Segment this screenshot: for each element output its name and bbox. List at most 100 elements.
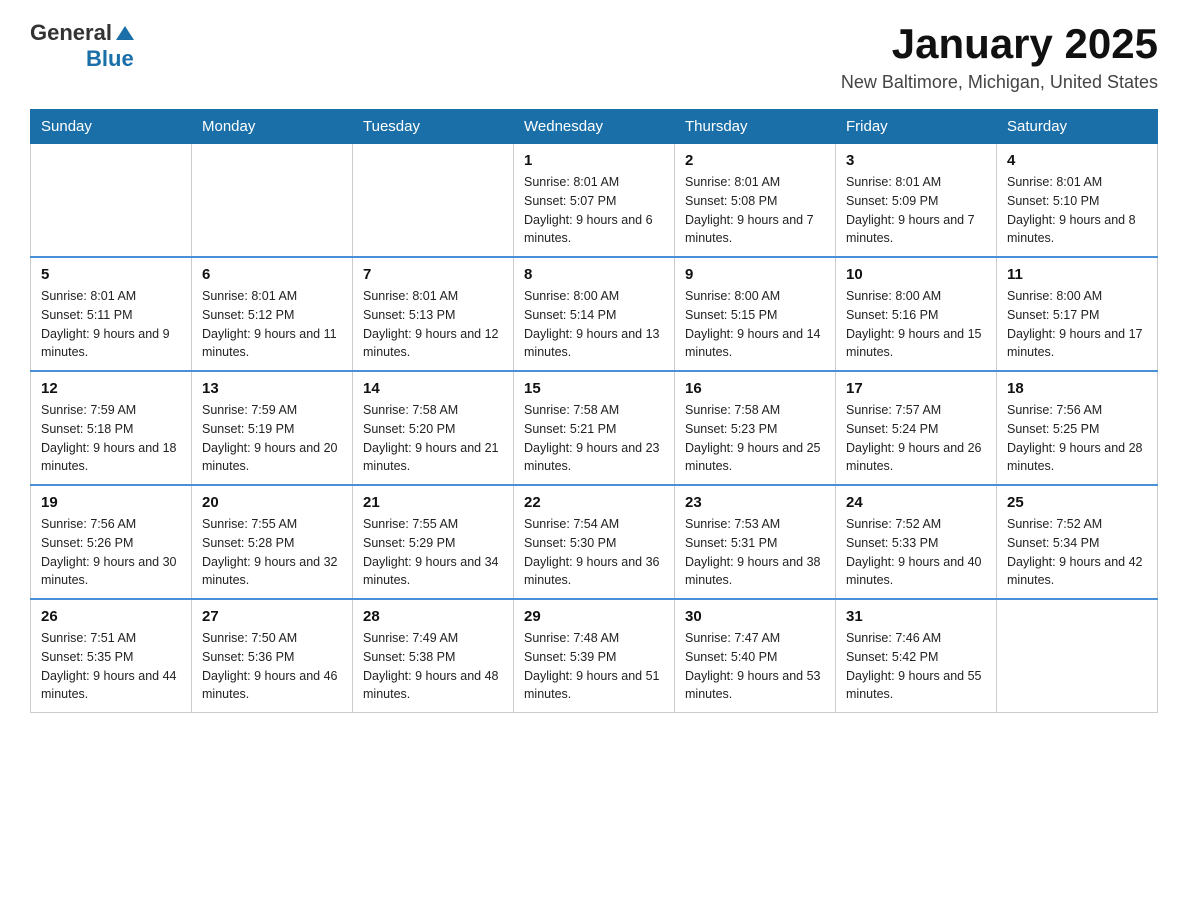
calendar-week-row: 12 Sunrise: 7:59 AM Sunset: 5:18 PM Dayli…: [31, 371, 1158, 485]
header-friday: Friday: [836, 110, 997, 144]
day-number: 26: [41, 608, 181, 625]
day-info: Sunrise: 7:59 AM Sunset: 5:19 PM Dayligh…: [202, 401, 342, 476]
day-info: Sunrise: 7:56 AM Sunset: 5:25 PM Dayligh…: [1007, 401, 1147, 476]
day-info: Sunrise: 7:58 AM Sunset: 5:23 PM Dayligh…: [685, 401, 825, 476]
table-row: 11 Sunrise: 8:00 AM Sunset: 5:17 PM Dayli…: [997, 257, 1158, 371]
table-row: [192, 144, 353, 258]
title-section: January 2025 New Baltimore, Michigan, Un…: [841, 20, 1158, 93]
day-info: Sunrise: 7:55 AM Sunset: 5:28 PM Dayligh…: [202, 515, 342, 590]
table-row: 29 Sunrise: 7:48 AM Sunset: 5:39 PM Dayli…: [514, 599, 675, 713]
day-number: 6: [202, 266, 342, 283]
table-row: [31, 144, 192, 258]
table-row: 8 Sunrise: 8:00 AM Sunset: 5:14 PM Daylig…: [514, 257, 675, 371]
calendar-table: Sunday Monday Tuesday Wednesday Thursday…: [30, 109, 1158, 713]
logo-general-text: General: [30, 20, 112, 46]
day-number: 15: [524, 380, 664, 397]
day-number: 13: [202, 380, 342, 397]
day-number: 23: [685, 494, 825, 511]
header-sunday: Sunday: [31, 110, 192, 144]
day-info: Sunrise: 8:01 AM Sunset: 5:11 PM Dayligh…: [41, 287, 181, 362]
day-info: Sunrise: 8:00 AM Sunset: 5:15 PM Dayligh…: [685, 287, 825, 362]
table-row: 4 Sunrise: 8:01 AM Sunset: 5:10 PM Daylig…: [997, 144, 1158, 258]
table-row: 13 Sunrise: 7:59 AM Sunset: 5:19 PM Dayli…: [192, 371, 353, 485]
table-row: 16 Sunrise: 7:58 AM Sunset: 5:23 PM Dayli…: [675, 371, 836, 485]
table-row: 18 Sunrise: 7:56 AM Sunset: 5:25 PM Dayli…: [997, 371, 1158, 485]
day-info: Sunrise: 8:00 AM Sunset: 5:16 PM Dayligh…: [846, 287, 986, 362]
day-number: 2: [685, 152, 825, 169]
table-row: 3 Sunrise: 8:01 AM Sunset: 5:09 PM Daylig…: [836, 144, 997, 258]
day-number: 12: [41, 380, 181, 397]
day-number: 4: [1007, 152, 1147, 169]
header-tuesday: Tuesday: [353, 110, 514, 144]
day-info: Sunrise: 8:01 AM Sunset: 5:09 PM Dayligh…: [846, 173, 986, 248]
table-row: 2 Sunrise: 8:01 AM Sunset: 5:08 PM Daylig…: [675, 144, 836, 258]
table-row: 9 Sunrise: 8:00 AM Sunset: 5:15 PM Daylig…: [675, 257, 836, 371]
calendar-week-row: 5 Sunrise: 8:01 AM Sunset: 5:11 PM Daylig…: [31, 257, 1158, 371]
table-row: 1 Sunrise: 8:01 AM Sunset: 5:07 PM Daylig…: [514, 144, 675, 258]
table-row: 6 Sunrise: 8:01 AM Sunset: 5:12 PM Daylig…: [192, 257, 353, 371]
day-info: Sunrise: 7:57 AM Sunset: 5:24 PM Dayligh…: [846, 401, 986, 476]
table-row: 21Sunrise: 7:55 AM Sunset: 5:29 PM Dayli…: [353, 485, 514, 599]
day-number: 21: [363, 494, 503, 511]
day-info: Sunrise: 7:48 AM Sunset: 5:39 PM Dayligh…: [524, 629, 664, 704]
day-info: Sunrise: 8:01 AM Sunset: 5:12 PM Dayligh…: [202, 287, 342, 362]
table-row: 27Sunrise: 7:50 AM Sunset: 5:36 PM Dayli…: [192, 599, 353, 713]
day-number: 25: [1007, 494, 1147, 511]
table-row: 24Sunrise: 7:52 AM Sunset: 5:33 PM Dayli…: [836, 485, 997, 599]
day-number: 14: [363, 380, 503, 397]
day-number: 11: [1007, 266, 1147, 283]
day-info: Sunrise: 8:00 AM Sunset: 5:14 PM Dayligh…: [524, 287, 664, 362]
day-number: 9: [685, 266, 825, 283]
day-number: 1: [524, 152, 664, 169]
day-number: 20: [202, 494, 342, 511]
day-info: Sunrise: 8:01 AM Sunset: 5:13 PM Dayligh…: [363, 287, 503, 362]
day-info: Sunrise: 7:52 AM Sunset: 5:34 PM Dayligh…: [1007, 515, 1147, 590]
day-number: 5: [41, 266, 181, 283]
day-info: Sunrise: 8:01 AM Sunset: 5:07 PM Dayligh…: [524, 173, 664, 248]
table-row: 5 Sunrise: 8:01 AM Sunset: 5:11 PM Daylig…: [31, 257, 192, 371]
day-info: Sunrise: 7:56 AM Sunset: 5:26 PM Dayligh…: [41, 515, 181, 590]
calendar-header-row: Sunday Monday Tuesday Wednesday Thursday…: [31, 110, 1158, 144]
day-info: Sunrise: 7:49 AM Sunset: 5:38 PM Dayligh…: [363, 629, 503, 704]
table-row: 28 Sunrise: 7:49 AM Sunset: 5:38 PM Dayli…: [353, 599, 514, 713]
table-row: 30Sunrise: 7:47 AM Sunset: 5:40 PM Dayli…: [675, 599, 836, 713]
day-number: 18: [1007, 380, 1147, 397]
day-number: 22: [524, 494, 664, 511]
logo: General Blue: [30, 20, 136, 72]
day-info: Sunrise: 7:52 AM Sunset: 5:33 PM Dayligh…: [846, 515, 986, 590]
day-info: Sunrise: 8:01 AM Sunset: 5:10 PM Dayligh…: [1007, 173, 1147, 248]
day-number: 3: [846, 152, 986, 169]
table-row: 14 Sunrise: 7:58 AM Sunset: 5:20 PM Dayli…: [353, 371, 514, 485]
day-number: 8: [524, 266, 664, 283]
calendar-title: January 2025: [841, 20, 1158, 68]
day-info: Sunrise: 7:58 AM Sunset: 5:21 PM Dayligh…: [524, 401, 664, 476]
day-info: Sunrise: 8:01 AM Sunset: 5:08 PM Dayligh…: [685, 173, 825, 248]
calendar-week-row: 19 Sunrise: 7:56 AM Sunset: 5:26 PM Dayli…: [31, 485, 1158, 599]
day-info: Sunrise: 8:00 AM Sunset: 5:17 PM Dayligh…: [1007, 287, 1147, 362]
calendar-week-row: 26 Sunrise: 7:51 AM Sunset: 5:35 PM Dayli…: [31, 599, 1158, 713]
page-header: General Blue January 2025 New Baltimore,…: [30, 20, 1158, 93]
table-row: 22Sunrise: 7:54 AM Sunset: 5:30 PM Dayli…: [514, 485, 675, 599]
day-number: 7: [363, 266, 503, 283]
table-row: 26 Sunrise: 7:51 AM Sunset: 5:35 PM Dayli…: [31, 599, 192, 713]
table-row: 12 Sunrise: 7:59 AM Sunset: 5:18 PM Dayli…: [31, 371, 192, 485]
header-thursday: Thursday: [675, 110, 836, 144]
header-saturday: Saturday: [997, 110, 1158, 144]
table-row: 25 Sunrise: 7:52 AM Sunset: 5:34 PM Dayli…: [997, 485, 1158, 599]
day-info: Sunrise: 7:59 AM Sunset: 5:18 PM Dayligh…: [41, 401, 181, 476]
table-row: 15 Sunrise: 7:58 AM Sunset: 5:21 PM Dayli…: [514, 371, 675, 485]
day-info: Sunrise: 7:58 AM Sunset: 5:20 PM Dayligh…: [363, 401, 503, 476]
day-number: 16: [685, 380, 825, 397]
day-number: 19: [41, 494, 181, 511]
day-number: 28: [363, 608, 503, 625]
table-row: 31Sunrise: 7:46 AM Sunset: 5:42 PM Dayli…: [836, 599, 997, 713]
day-info: Sunrise: 7:47 AM Sunset: 5:40 PM Dayligh…: [685, 629, 825, 704]
day-info: Sunrise: 7:51 AM Sunset: 5:35 PM Dayligh…: [41, 629, 181, 704]
logo-blue-text: Blue: [86, 46, 134, 72]
header-monday: Monday: [192, 110, 353, 144]
table-row: [353, 144, 514, 258]
logo-triangle-icon: [114, 22, 136, 44]
day-number: 29: [524, 608, 664, 625]
calendar-subtitle: New Baltimore, Michigan, United States: [841, 72, 1158, 93]
table-row: [997, 599, 1158, 713]
